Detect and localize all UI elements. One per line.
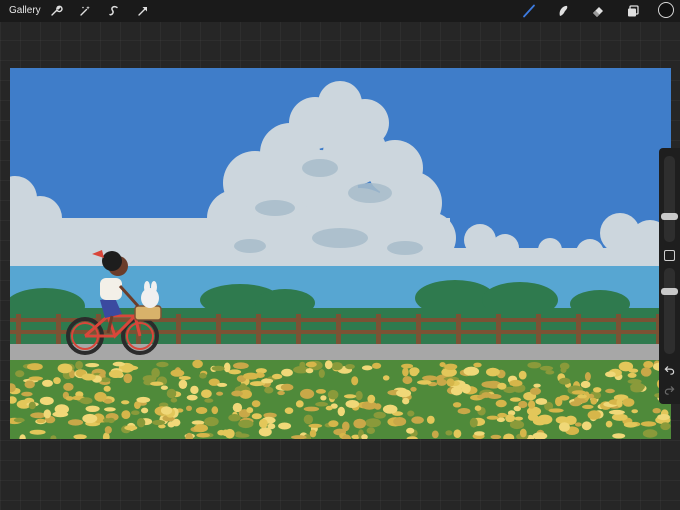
fence-post xyxy=(416,314,421,346)
color-picker-swatch[interactable] xyxy=(658,2,674,18)
gallery-button[interactable]: Gallery xyxy=(9,3,41,19)
fence-post xyxy=(376,314,381,346)
top-toolbar: Gallery xyxy=(0,0,680,22)
magic-wand-icon[interactable] xyxy=(77,3,93,19)
opacity-slider[interactable] xyxy=(661,268,678,354)
transform-arrow-icon[interactable] xyxy=(135,3,151,19)
undo-icon[interactable] xyxy=(663,364,676,377)
fence-post xyxy=(336,314,341,346)
fence-post xyxy=(216,314,221,346)
workspace-background: Gallery xyxy=(0,0,680,510)
fence-post xyxy=(576,314,581,346)
fence-post xyxy=(56,314,61,346)
fence-post xyxy=(536,314,541,346)
modify-button[interactable] xyxy=(664,250,675,261)
drawing-canvas[interactable] xyxy=(10,68,671,439)
layers-icon[interactable] xyxy=(625,3,641,19)
selection-s-icon[interactable] xyxy=(106,3,122,19)
fence-post xyxy=(16,314,21,346)
opacity-thumb[interactable] xyxy=(661,287,678,295)
side-controls xyxy=(659,148,680,404)
fence-post xyxy=(496,314,501,346)
road xyxy=(10,344,671,362)
brush-icon[interactable] xyxy=(521,3,537,19)
fence-post xyxy=(456,314,461,346)
fence-post xyxy=(256,314,261,346)
wrench-icon[interactable] xyxy=(48,3,64,19)
brush-size-slider[interactable] xyxy=(661,156,678,242)
fence-post xyxy=(296,314,301,346)
brush-size-thumb[interactable] xyxy=(661,212,678,220)
smudge-icon[interactable] xyxy=(555,3,571,19)
artwork-illustration xyxy=(10,68,671,439)
redo-icon[interactable] xyxy=(663,384,676,397)
fence-post xyxy=(176,314,181,346)
fence-post xyxy=(616,314,621,346)
eraser-icon[interactable] xyxy=(590,3,606,19)
